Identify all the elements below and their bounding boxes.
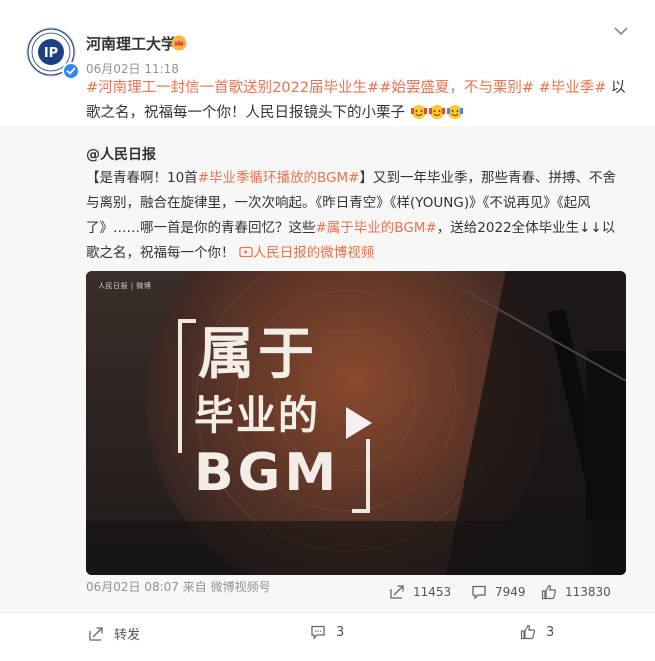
repost-body-text: 【是青春啊！10首 <box>86 170 198 186</box>
repost-author[interactable]: @人民日报 <box>86 144 156 164</box>
like-count: 3 <box>546 624 555 640</box>
divider <box>0 612 655 613</box>
hashtag-link[interactable]: #毕业季循环播放的BGM# <box>198 170 360 186</box>
verified-badge-icon <box>62 62 80 80</box>
repost-icon <box>390 585 404 599</box>
video-link-label[interactable]: 人民日报的微博视频 <box>253 245 375 261</box>
post-text: #河南理工一封信一首歌送别2022届毕业生##始罢盛夏，不与栗别# #毕业季# … <box>86 76 626 126</box>
video-watermark: 人民日报 | 微博 <box>98 282 152 290</box>
video-title-line: BGM <box>194 443 341 503</box>
like-count: 113830 <box>565 585 611 599</box>
hashtag-link[interactable]: #毕业季# <box>539 80 607 96</box>
comment-button[interactable]: 3 <box>310 624 344 640</box>
comment-icon <box>472 585 486 600</box>
repost-label: 转发 <box>114 628 141 643</box>
comment-count: 7949 <box>495 585 526 599</box>
thumbs-up-icon <box>520 624 536 640</box>
comment-count: 3 <box>336 624 345 640</box>
repost-text: 【是青春啊！10首#毕业季循环播放的BGM#】又到一年毕业季，那些青春、拼搏、不… <box>86 166 616 266</box>
video-title-line: 属于 <box>198 322 318 387</box>
hashtag-link[interactable]: #河南理工一封信一首歌送别2022届毕业生# <box>86 80 379 96</box>
comment-icon <box>311 625 325 640</box>
repost-button[interactable]: 转发 <box>88 624 140 643</box>
like-button[interactable]: 3 <box>520 624 554 640</box>
weibo-post-card: IP 河南理工大学 06月02日 11:18 #河南理工一封信一首歌送别2022… <box>0 0 655 661</box>
play-icon[interactable] <box>334 401 378 445</box>
repost-comment-button[interactable]: 7949 <box>471 584 526 600</box>
repost-share-button[interactable]: 11453 <box>389 584 451 600</box>
hashtag-link[interactable]: #始罢盛夏，不与栗别# <box>379 80 534 96</box>
repost-icon <box>89 626 103 641</box>
hashtag-link[interactable]: #属于毕业的BGM# <box>316 220 437 236</box>
author-name[interactable]: 河南理工大学 <box>86 33 176 54</box>
repost-like-button[interactable]: 113830 <box>541 584 611 600</box>
chevron-down-icon[interactable] <box>612 24 630 38</box>
video-link[interactable]: 人民日报的微博视频 <box>239 245 375 261</box>
repost-count: 11453 <box>413 585 452 599</box>
video-player[interactable]: 人民日报 | 微博 属于 毕业的 BGM <box>86 271 626 575</box>
repost-meta[interactable]: 06月02日 08:07 来自 微博视频号 <box>86 578 271 595</box>
thumbs-up-icon <box>541 584 557 600</box>
post-timestamp[interactable]: 06月02日 11:18 <box>86 60 179 77</box>
video-title-line: 毕业的 <box>194 393 320 439</box>
video-title-bracket <box>352 439 370 513</box>
cheer-emoji-icon <box>446 105 463 119</box>
member-crown-icon[interactable] <box>171 35 187 51</box>
svg-text:IP: IP <box>44 46 58 61</box>
cheer-emoji-icon <box>428 105 445 119</box>
video-link-icon <box>239 246 253 258</box>
cheer-emoji-icon <box>410 105 427 119</box>
